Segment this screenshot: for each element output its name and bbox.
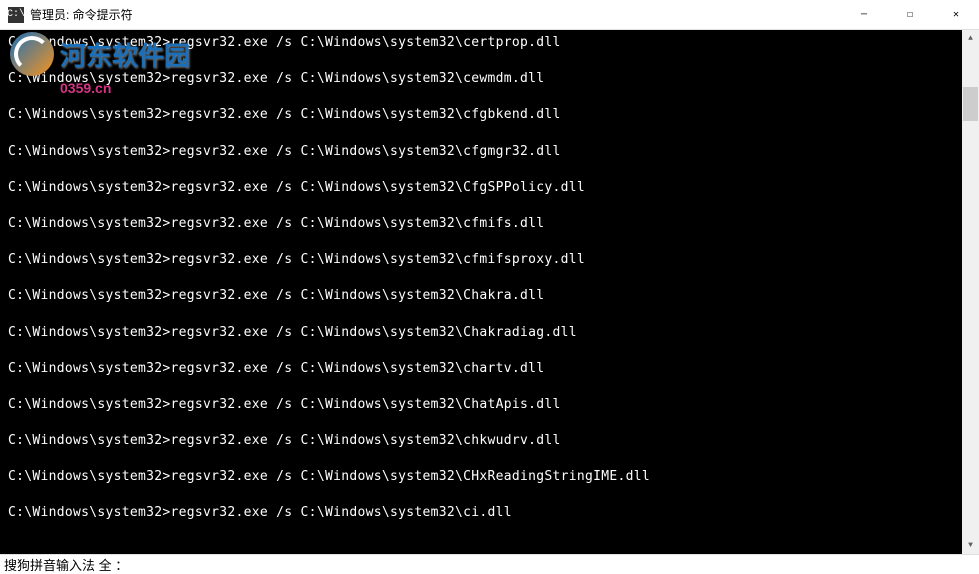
close-button[interactable]: ✕: [933, 0, 979, 30]
cmd-line: C:\Windows\system32>regsvr32.exe /s C:\W…: [8, 504, 971, 522]
cmd-line: C:\Windows\system32>regsvr32.exe /s C:\W…: [8, 179, 971, 197]
cmd-line: C:\Windows\system32>regsvr32.exe /s C:\W…: [8, 432, 971, 450]
titlebar: C:\ 管理员: 命令提示符 ─ ☐ ✕: [0, 0, 979, 30]
scrollbar-track[interactable]: [962, 47, 979, 537]
cmd-line: C:\Windows\system32>regsvr32.exe /s C:\W…: [8, 324, 971, 342]
minimize-button[interactable]: ─: [841, 0, 887, 30]
maximize-button[interactable]: ☐: [887, 0, 933, 30]
cmd-line: C:\Windows\system32>regsvr32.exe /s C:\W…: [8, 70, 971, 88]
cmd-line: C:\Windows\system32>regsvr32.exe /s C:\W…: [8, 468, 971, 486]
cmd-icon-label: C:\: [7, 9, 25, 20]
cmd-line: C:\Windows\system32>regsvr32.exe /s C:\W…: [8, 215, 971, 233]
window-title: 管理员: 命令提示符: [30, 6, 133, 23]
cmd-line: C:\Windows\system32>regsvr32.exe /s C:\W…: [8, 360, 971, 378]
ime-text: 搜狗拼音输入法 全 ：: [4, 555, 128, 574]
console-content: C:\Windows\system32>regsvr32.exe /s C:\W…: [0, 30, 979, 545]
vertical-scrollbar[interactable]: ▲ ▼: [962, 30, 979, 554]
console-area[interactable]: C:\Windows\system32>regsvr32.exe /s C:\W…: [0, 30, 979, 554]
cmd-line: C:\Windows\system32>regsvr32.exe /s C:\W…: [8, 106, 971, 124]
ime-status-bar: 搜狗拼音输入法 全 ：: [0, 554, 979, 574]
cmd-line: C:\Windows\system32>regsvr32.exe /s C:\W…: [8, 396, 971, 414]
cmd-icon: C:\: [8, 7, 24, 23]
scroll-up-arrow-icon[interactable]: ▲: [962, 30, 979, 47]
cmd-line: C:\Windows\system32>regsvr32.exe /s C:\W…: [8, 143, 971, 161]
scrollbar-thumb[interactable]: [963, 87, 978, 121]
cmd-line: C:\Windows\system32>regsvr32.exe /s C:\W…: [8, 287, 971, 305]
cmd-line: C:\Windows\system32>regsvr32.exe /s C:\W…: [8, 34, 971, 52]
window-controls: ─ ☐ ✕: [841, 0, 979, 30]
cmd-line: C:\Windows\system32>regsvr32.exe /s C:\W…: [8, 251, 971, 269]
scroll-down-arrow-icon[interactable]: ▼: [962, 537, 979, 554]
